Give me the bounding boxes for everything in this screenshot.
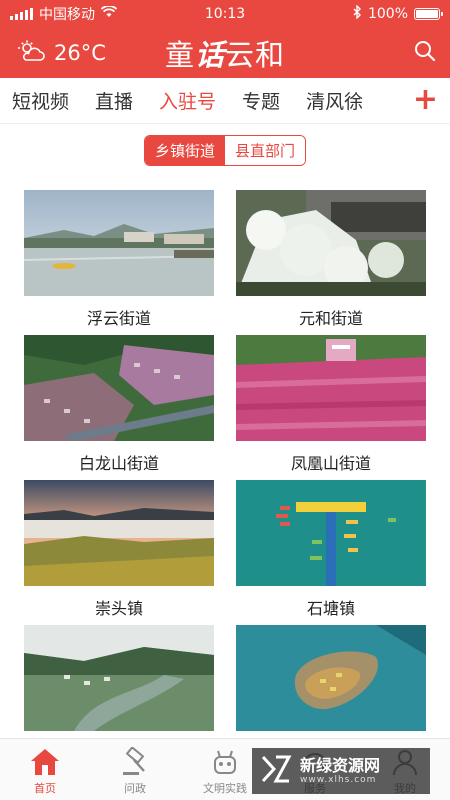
signal-icon — [10, 8, 33, 20]
card-image — [236, 480, 426, 586]
account-card[interactable]: 崇头镇 — [24, 480, 214, 619]
status-bar: 中国移动 10:13 100% — [0, 0, 450, 28]
wifi-icon — [100, 5, 118, 22]
segment-towns[interactable]: 乡镇街道 — [144, 135, 225, 165]
card-image — [236, 335, 426, 441]
add-channel-button[interactable]: + — [413, 85, 438, 115]
cloud-sun-icon — [18, 40, 46, 67]
search-icon[interactable] — [414, 40, 436, 66]
watermark-url: www.xlhs.com — [300, 775, 377, 785]
account-card[interactable]: 凤凰山街道 — [236, 335, 426, 474]
tab-accounts[interactable]: 入驻号 — [159, 87, 216, 114]
nav-home-label: 首页 — [34, 782, 56, 795]
card-label: 凤凰山街道 — [290, 454, 371, 473]
tab-qingfeng[interactable]: 清风徐 — [306, 87, 363, 114]
tab-live[interactable]: 直播 — [95, 87, 133, 114]
weather-widget[interactable]: 26°C — [18, 40, 106, 67]
top-bar: 中国移动 10:13 100% 26°C 童话云和 — [0, 0, 450, 78]
watermark: 新绿资源网 www.xlhs.com — [252, 748, 430, 794]
account-card[interactable]: 元和街道 — [236, 190, 426, 329]
card-image — [236, 190, 426, 296]
battery-icon — [414, 8, 443, 20]
gavel-icon — [120, 743, 150, 777]
card-image — [236, 625, 426, 731]
account-card[interactable] — [24, 625, 214, 740]
card-label: 崇头镇 — [94, 599, 143, 618]
battery-percent: 100% — [367, 6, 408, 22]
bluetooth-icon — [353, 4, 362, 23]
nav-civic-practice-label: 文明实践 — [203, 782, 247, 795]
card-image — [24, 335, 214, 441]
nav-inquiry-label: 问政 — [124, 782, 146, 795]
segment-wrap: 乡镇街道 县直部门 — [0, 124, 450, 176]
watermark-logo-icon — [260, 753, 292, 789]
carrier-label: 中国移动 — [39, 7, 95, 23]
app-title-part3: 云和 — [225, 38, 286, 72]
category-segment: 乡镇街道 县直部门 — [143, 134, 307, 166]
channel-tabs: 短视频 直播 入驻号 专题 清风徐 + — [0, 78, 450, 124]
account-card[interactable]: 浮云街道 — [24, 190, 214, 329]
app-title-part2: 话 — [194, 38, 225, 72]
account-card[interactable] — [236, 625, 426, 740]
tab-short-video[interactable]: 短视频 — [12, 87, 69, 114]
app-title-part1: 童 — [164, 38, 195, 72]
card-image — [24, 480, 214, 586]
temperature: 26°C — [54, 41, 106, 65]
account-card[interactable]: 白龙山街道 — [24, 335, 214, 474]
nav-home[interactable]: 首页 — [0, 739, 90, 800]
card-label: 石塘镇 — [306, 599, 355, 618]
home-icon — [29, 743, 61, 777]
card-image — [24, 190, 214, 296]
nav-inquiry[interactable]: 问政 — [90, 739, 180, 800]
card-label: 元和街道 — [298, 309, 363, 328]
app-header: 26°C 童话云和 — [0, 28, 450, 78]
card-label: 白龙山街道 — [78, 454, 159, 473]
account-card[interactable]: 石塘镇 — [236, 480, 426, 619]
robot-icon — [210, 743, 240, 777]
tab-topics[interactable]: 专题 — [242, 87, 280, 114]
segment-departments[interactable]: 县直部门 — [225, 135, 306, 165]
watermark-text: 新绿资源网 — [300, 756, 381, 775]
card-label: 浮云街道 — [86, 309, 151, 328]
card-image — [24, 625, 214, 731]
